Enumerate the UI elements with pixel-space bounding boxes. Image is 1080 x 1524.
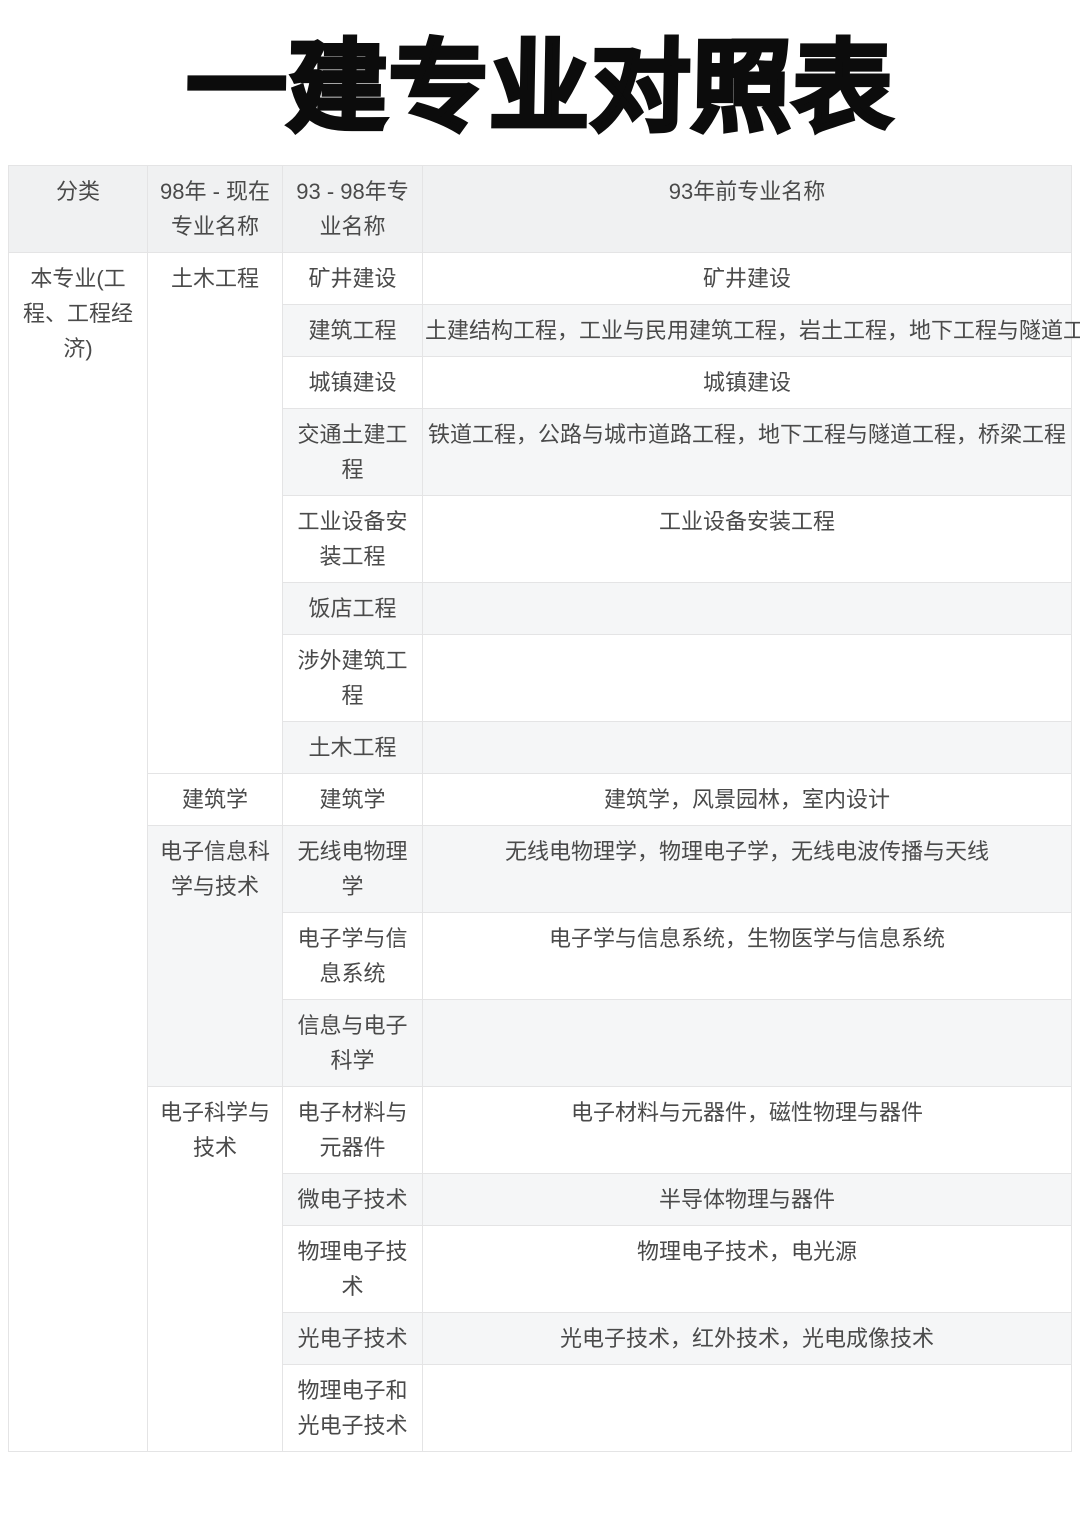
col-header-major-pre-93: 93年前专业名称	[423, 166, 1072, 253]
cell-major-98-now: 建筑学	[148, 774, 283, 826]
page-title: 一建专业对照表	[0, 26, 1080, 151]
majors-comparison-table: 分类 98年 - 现在专业名称 93 - 98年专业名称 93年前专业名称 本专…	[8, 165, 1072, 1452]
cell-major-98-now: 电子科学与技术	[148, 1087, 283, 1452]
cell-major-pre-93: 半导体物理与器件	[423, 1174, 1072, 1226]
table-row: 本专业(工程、工程经济)土木工程矿井建设矿井建设	[9, 253, 1072, 305]
col-header-category: 分类	[9, 166, 148, 253]
cell-major-93-98: 信息与电子科学	[283, 1000, 423, 1087]
cell-major-93-98: 交通土建工程	[283, 409, 423, 496]
cell-major-93-98: 矿井建设	[283, 253, 423, 305]
cell-major-pre-93: 电子学与信息系统，生物医学与信息系统	[423, 913, 1072, 1000]
cell-category: 本专业(工程、工程经济)	[9, 253, 148, 1452]
header-row: 分类 98年 - 现在专业名称 93 - 98年专业名称 93年前专业名称	[9, 166, 1072, 253]
cell-major-pre-93	[423, 722, 1072, 774]
cell-major-pre-93: 建筑学，风景园林，室内设计	[423, 774, 1072, 826]
cell-major-98-now: 电子信息科学与技术	[148, 826, 283, 1087]
table-row: 电子信息科学与技术无线电物理学无线电物理学，物理电子学，无线电波传播与天线	[9, 826, 1072, 913]
cell-major-pre-93	[423, 1365, 1072, 1452]
cell-major-pre-93: 无线电物理学，物理电子学，无线电波传播与天线	[423, 826, 1072, 913]
cell-major-93-98: 土木工程	[283, 722, 423, 774]
table-row: 电子科学与技术电子材料与元器件电子材料与元器件，磁性物理与器件	[9, 1087, 1072, 1174]
cell-major-93-98: 城镇建设	[283, 357, 423, 409]
cell-major-93-98: 工业设备安装工程	[283, 496, 423, 583]
table-row: 建筑学建筑学建筑学，风景园林，室内设计	[9, 774, 1072, 826]
cell-major-pre-93: 电子材料与元器件，磁性物理与器件	[423, 1087, 1072, 1174]
cell-major-pre-93	[423, 583, 1072, 635]
cell-major-93-98: 建筑学	[283, 774, 423, 826]
col-header-major-93-98: 93 - 98年专业名称	[283, 166, 423, 253]
cell-major-93-98: 涉外建筑工程	[283, 635, 423, 722]
cell-major-98-now: 土木工程	[148, 253, 283, 774]
cell-major-pre-93: 矿井建设	[423, 253, 1072, 305]
cell-major-pre-93	[423, 1000, 1072, 1087]
cell-major-93-98: 无线电物理学	[283, 826, 423, 913]
cell-major-93-98: 微电子技术	[283, 1174, 423, 1226]
col-header-major-98-now: 98年 - 现在专业名称	[148, 166, 283, 253]
cell-major-93-98: 光电子技术	[283, 1313, 423, 1365]
cell-major-93-98: 电子学与信息系统	[283, 913, 423, 1000]
cell-major-93-98: 建筑工程	[283, 305, 423, 357]
cell-major-93-98: 饭店工程	[283, 583, 423, 635]
cell-major-pre-93: 土建结构工程，工业与民用建筑工程，岩土工程，地下工程与隧道工程	[423, 305, 1072, 357]
cell-major-pre-93	[423, 635, 1072, 722]
cell-major-pre-93: 城镇建设	[423, 357, 1072, 409]
cell-major-93-98: 电子材料与元器件	[283, 1087, 423, 1174]
cell-major-pre-93: 铁道工程，公路与城市道路工程，地下工程与隧道工程，桥梁工程	[423, 409, 1072, 496]
cell-major-pre-93: 工业设备安装工程	[423, 496, 1072, 583]
cell-major-93-98: 物理电子和光电子技术	[283, 1365, 423, 1452]
cell-major-93-98: 物理电子技术	[283, 1226, 423, 1313]
cell-major-pre-93: 物理电子技术，电光源	[423, 1226, 1072, 1313]
cell-major-pre-93: 光电子技术，红外技术，光电成像技术	[423, 1313, 1072, 1365]
